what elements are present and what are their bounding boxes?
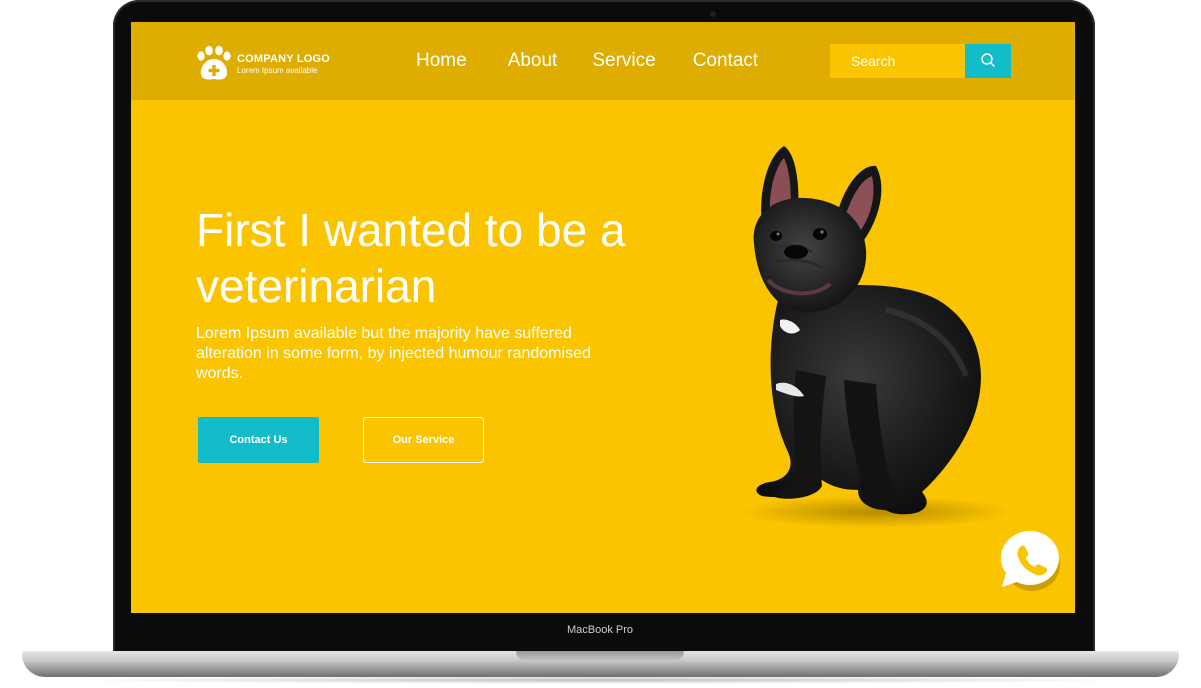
device-model-label: MacBook Pro bbox=[566, 624, 634, 636]
logo-subtitle: Lorem Ipsum available bbox=[237, 66, 318, 75]
website-screen: COMPANY LOGO Lorem Ipsum available Home … bbox=[131, 22, 1075, 613]
french-bulldog-image bbox=[726, 140, 1011, 530]
search-icon bbox=[980, 52, 996, 71]
logo-text: COMPANY LOGO Lorem Ipsum available bbox=[237, 53, 330, 75]
whatsapp-icon bbox=[997, 531, 1063, 597]
hero-title: First I wanted to be a veterinarian bbox=[196, 204, 626, 312]
hero-description: Lorem Ipsum available but the majority h… bbox=[196, 325, 591, 382]
whatsapp-button[interactable] bbox=[997, 527, 1063, 593]
our-service-button[interactable]: Our Service bbox=[363, 417, 484, 463]
nav-service[interactable]: Service bbox=[592, 50, 655, 72]
main-nav: Home About Service Contact bbox=[416, 50, 758, 72]
search-box bbox=[830, 44, 1011, 78]
laptop-shadow bbox=[60, 676, 1140, 684]
nav-about[interactable]: About bbox=[508, 50, 558, 72]
company-logo[interactable]: COMPANY LOGO Lorem Ipsum available bbox=[194, 44, 330, 84]
laptop-notch bbox=[516, 651, 684, 661]
navbar: COMPANY LOGO Lorem Ipsum available Home … bbox=[131, 22, 1075, 100]
contact-us-button[interactable]: Contact Us bbox=[198, 417, 319, 463]
paw-cross-icon bbox=[194, 44, 234, 84]
logo-title: COMPANY LOGO bbox=[237, 53, 331, 65]
search-input[interactable] bbox=[830, 44, 965, 78]
camera-icon bbox=[710, 11, 716, 17]
search-button[interactable] bbox=[965, 44, 1011, 78]
nav-contact[interactable]: Contact bbox=[693, 50, 758, 72]
nav-home[interactable]: Home bbox=[416, 50, 467, 72]
laptop-frame: COMPANY LOGO Lorem Ipsum available Home … bbox=[0, 0, 1201, 688]
